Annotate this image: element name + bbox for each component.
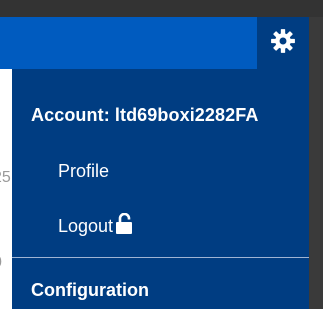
settings-dropdown-menu: Account: ltd69boxi2282FA Profile Logout … [12, 69, 309, 309]
menu-item-label: Profile [58, 161, 110, 181]
menu-divider [12, 257, 309, 258]
menu-item-label: Logout [58, 216, 114, 236]
settings-button[interactable] [257, 17, 309, 69]
menu-item-logout[interactable]: Logout [58, 212, 133, 240]
configuration-heading: Configuration [31, 280, 149, 300]
partial-value: 0 [0, 255, 2, 271]
account-heading: Account: ltd69boxi2282FA [31, 105, 259, 125]
app-header-bar [0, 17, 257, 69]
browser-top-strip [0, 0, 323, 17]
gear-icon [270, 28, 296, 59]
main-content-edge: 25 0 [0, 69, 12, 309]
partial-value: 25 [0, 169, 11, 186]
unlock-icon [115, 212, 133, 240]
scrollbar-gutter [309, 17, 323, 309]
menu-item-profile[interactable]: Profile [58, 161, 109, 182]
